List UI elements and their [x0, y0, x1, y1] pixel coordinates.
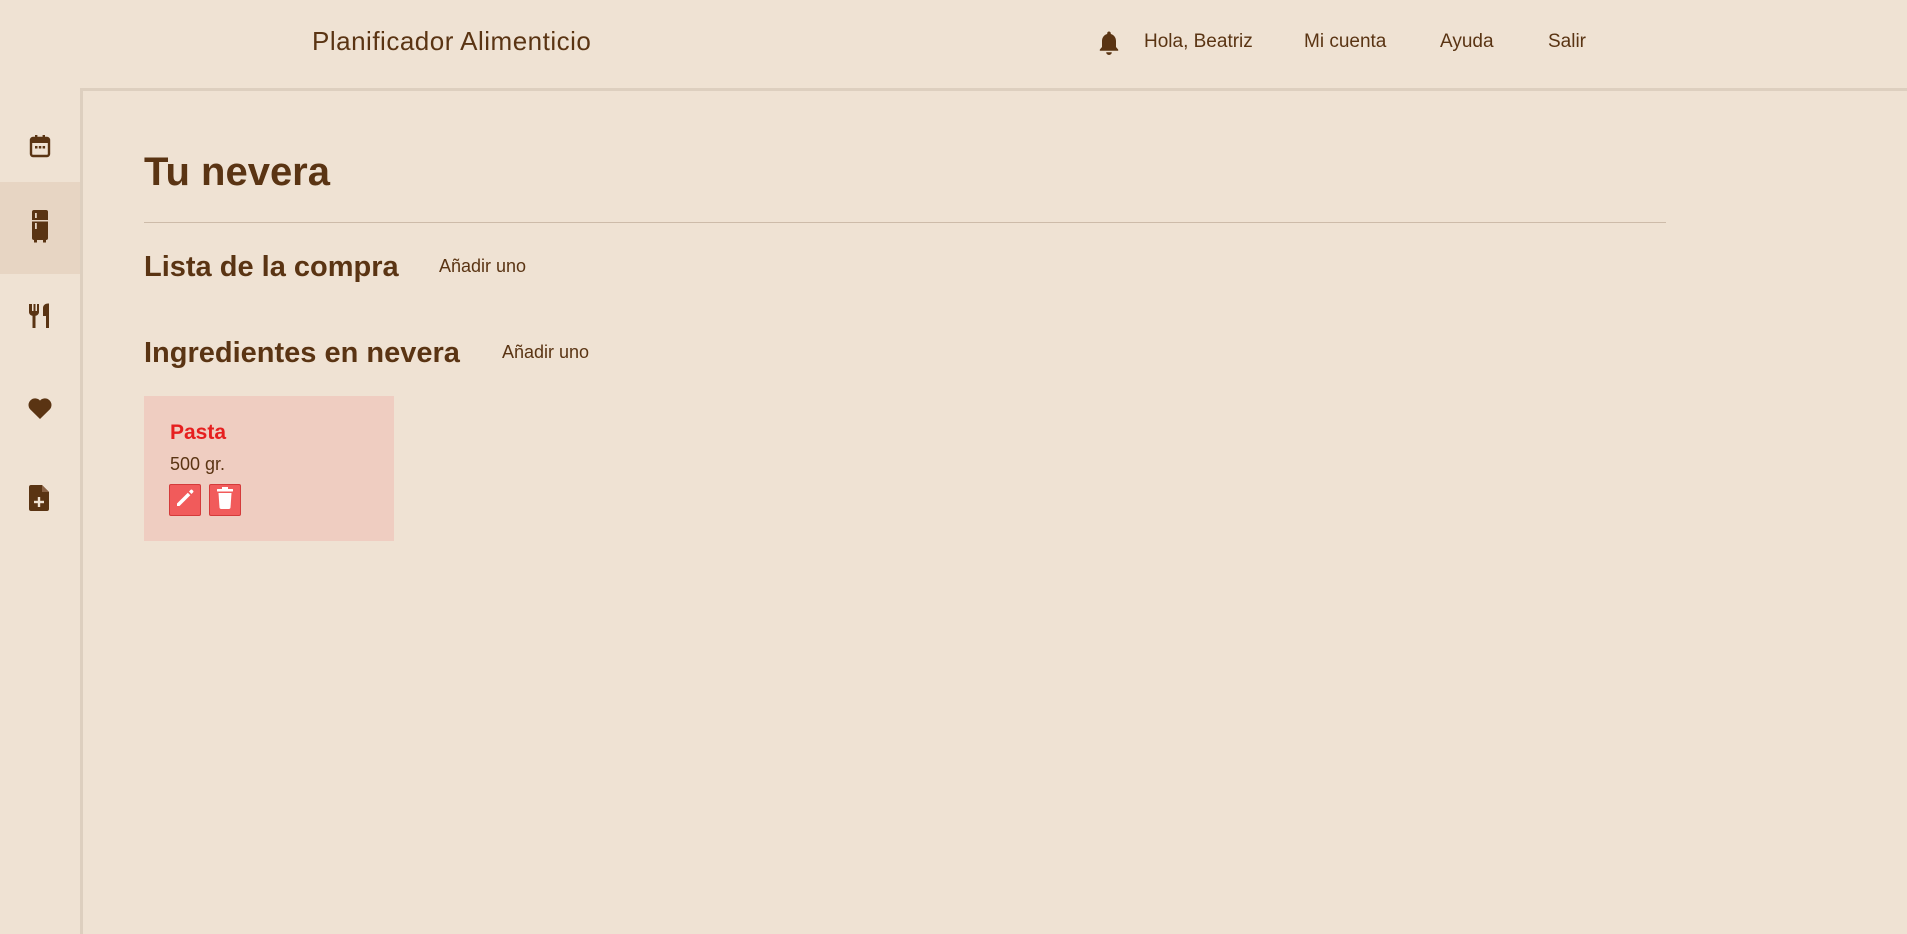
sidebar-item-calendar[interactable] — [0, 133, 80, 179]
pencil-icon — [174, 487, 196, 514]
edit-ingredient-button[interactable] — [169, 484, 201, 516]
page-title: Tu nevera — [144, 150, 330, 194]
help-link[interactable]: Ayuda — [1440, 31, 1494, 53]
sidebar-item-recipes[interactable] — [0, 272, 80, 364]
user-greeting[interactable]: Hola, Beatriz — [1144, 31, 1253, 53]
shopping-list-title: Lista de la compra — [144, 251, 399, 283]
app-title[interactable]: Planificador Alimenticio — [312, 26, 591, 57]
sidebar-item-favorites[interactable] — [0, 364, 80, 456]
heart-icon — [27, 396, 53, 425]
ingredient-name: Pasta — [170, 421, 227, 444]
sidebar — [0, 88, 80, 934]
top-bar: Planificador Alimenticio Hola, Beatriz M… — [0, 0, 1907, 88]
delete-ingredient-button[interactable] — [209, 484, 241, 516]
trash-icon — [215, 486, 235, 515]
fridge-ingredients-title: Ingredientes en nevera — [144, 337, 460, 369]
account-link[interactable]: Mi cuenta — [1304, 31, 1386, 53]
fridge-icon — [31, 209, 49, 248]
bell-icon[interactable] — [1097, 30, 1121, 56]
file-add-icon — [28, 484, 52, 517]
ingredient-quantity: 500 gr. — [170, 454, 226, 474]
sidebar-item-new-recipe[interactable] — [0, 454, 80, 546]
cutlery-icon — [27, 302, 53, 335]
add-ingredient-link[interactable]: Añadir uno — [502, 342, 589, 363]
sidebar-item-fridge[interactable] — [0, 182, 80, 274]
divider — [144, 222, 1666, 223]
ingredient-card: Pasta 500 gr. — [144, 396, 394, 541]
add-shopping-item-link[interactable]: Añadir uno — [439, 256, 526, 277]
calendar-icon — [28, 133, 52, 164]
logout-link[interactable]: Salir — [1548, 31, 1586, 53]
